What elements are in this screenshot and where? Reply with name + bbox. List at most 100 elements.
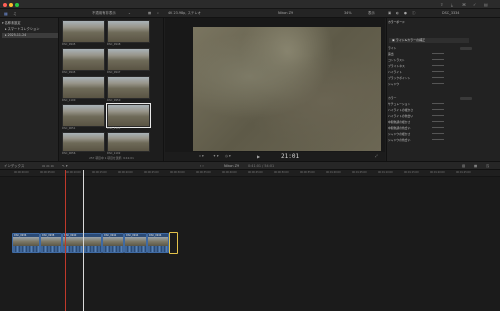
timeline-clip[interactable]: DSC_0946 — [147, 233, 169, 253]
viewer-format: 4K 23.98p, ステレオ — [168, 11, 202, 15]
ruler-tick-label: 00:00:15:00 — [92, 171, 107, 174]
libraries-icon[interactable]: ▦ — [4, 11, 8, 16]
ruler-tick-label: 00:01:05:00 — [352, 171, 367, 174]
minimize-window-button[interactable] — [9, 2, 13, 7]
inspector-row: ハイライトの暖かさ — [388, 108, 472, 114]
reset-icon[interactable] — [460, 97, 472, 101]
color-inspector-tab[interactable]: ● — [404, 9, 407, 18]
event-item[interactable]: ▸ 2025-11-24 — [2, 33, 58, 38]
playhead[interactable] — [83, 170, 84, 311]
view-menu[interactable]: 表示 — [368, 9, 375, 18]
audio-waveform — [13, 246, 39, 252]
browser-filter[interactable]: 不適用有非表示 — [92, 9, 116, 18]
clip-filmstrip — [148, 237, 168, 246]
inspector-row-label: ハイライトの色合い — [388, 114, 414, 118]
photos-audio-icon[interactable]: ♫ — [13, 11, 17, 16]
inspector-toggle-icon[interactable]: ▤ — [484, 2, 488, 7]
clip-name: DSC_0945 — [62, 43, 76, 46]
import-icon[interactable]: ⤓ — [451, 2, 453, 7]
clip-appearance-icon[interactable]: ▦ — [148, 9, 151, 18]
close-window-button[interactable] — [3, 2, 7, 7]
slider[interactable] — [432, 77, 444, 80]
clip-thumbnail[interactable] — [107, 48, 150, 71]
clip-thumbnail[interactable] — [62, 76, 105, 99]
clip-name: DSC_1100 — [62, 99, 76, 102]
timeline-clip[interactable]: DSC_0944 — [124, 233, 147, 253]
play-icon[interactable]: ▶ — [257, 152, 260, 161]
slider[interactable] — [432, 109, 444, 112]
slider[interactable] — [432, 115, 444, 118]
clip-thumbnail[interactable] — [62, 104, 105, 127]
transform-tool-icon[interactable]: ⌗ ▾ — [199, 152, 204, 161]
timeline-clip[interactable]: DSC_0936 — [12, 233, 40, 253]
timeline-clip[interactable]: DSC_0940 — [62, 233, 102, 253]
library-item[interactable]: ▾ 名称未設定 — [2, 21, 58, 26]
inspector-row: ハイライト — [388, 70, 472, 76]
viewer-controls: ⌗ ▾ ✦ ▾ ◷ ▾ ▶ 21:01 ⤢ — [165, 152, 385, 161]
inspector-row: サチュレーション — [388, 102, 472, 108]
search-icon[interactable]: ⌕ — [157, 9, 159, 18]
inspector-row-label: ブラックポイント — [388, 76, 411, 80]
browser-filter-chevron-icon[interactable]: ⌄ — [128, 9, 131, 18]
slider[interactable] — [432, 65, 444, 68]
enhance-icon[interactable]: ✦ ▾ — [213, 152, 219, 161]
zoom-level[interactable]: 34% — [344, 9, 352, 18]
slider[interactable] — [432, 133, 444, 136]
clip-thumbnail[interactable] — [107, 132, 150, 152]
clip-thumbnail[interactable] — [62, 20, 105, 43]
clip-thumbnail[interactable] — [62, 132, 105, 152]
keyword-icon[interactable]: ⌘ — [462, 2, 466, 7]
filter-inspector-tab[interactable]: ◐ — [396, 9, 399, 18]
viewer-frame[interactable] — [193, 27, 381, 151]
inspector-row-label: ライト — [388, 46, 397, 50]
selected-clip-edge[interactable] — [169, 232, 178, 254]
ruler-tick-label: 00:00:00:00 — [14, 171, 29, 174]
slider[interactable] — [432, 121, 444, 124]
slider[interactable] — [432, 53, 444, 56]
skimmer[interactable] — [65, 170, 66, 311]
timeline-clip[interactable]: DSC_0938 — [40, 233, 62, 253]
inspector-row: シャドウの暖かさ — [388, 132, 472, 138]
correction-header[interactable]: ▣ ライト&カラーの補正 — [389, 38, 469, 43]
inspector-row-label: サチュレーション — [388, 102, 411, 106]
clip-name: DSC_0051 — [62, 127, 76, 130]
share-icon[interactable]: ⇪ — [440, 2, 443, 7]
clip-thumbnail[interactable] — [62, 48, 105, 71]
clip-thumbnail-selected[interactable] — [106, 103, 151, 128]
slider[interactable] — [432, 103, 444, 106]
inspector-row: ハイライトの色合い — [388, 114, 472, 120]
info-inspector-tab[interactable]: ⓘ — [412, 9, 415, 18]
ruler-tick-label: 00:00:40:00 — [222, 171, 237, 174]
speed-icon[interactable]: ◷ ▾ — [225, 152, 231, 161]
timeline-clip[interactable]: DSC_0942 — [102, 233, 124, 253]
clip-thumbnail[interactable] — [107, 76, 150, 99]
inspector-row: カラー — [388, 96, 472, 102]
inspector-row-label: 露出 — [388, 52, 394, 56]
audio-waveform — [103, 246, 123, 252]
slider[interactable] — [432, 127, 444, 130]
smart-collection-item[interactable]: ▸ スマートコレクション — [2, 27, 58, 32]
clip-thumbnail[interactable] — [107, 20, 150, 43]
video-inspector-tab[interactable]: ▣ — [388, 9, 391, 18]
fullscreen-icon[interactable]: ⤢ — [375, 152, 378, 161]
slider[interactable] — [432, 139, 444, 142]
background-tasks-icon[interactable]: ✓ — [473, 2, 476, 7]
event-label: 2025-11-24 — [7, 33, 27, 37]
clip-name: DSC_0950 — [107, 99, 121, 102]
inspector-title: カラーボード — [388, 20, 405, 24]
clip-filmstrip — [63, 237, 101, 246]
library-label: 名称未設定 — [4, 21, 21, 25]
viewer-timecode: 21:01 — [281, 153, 300, 160]
inspector-row-label: コントラスト — [388, 58, 405, 62]
slider[interactable] — [432, 59, 444, 62]
slider[interactable] — [432, 83, 444, 86]
audio-waveform — [41, 246, 61, 252]
reset-icon[interactable] — [460, 47, 472, 51]
inspector-row: 露出 — [388, 52, 472, 58]
slider[interactable] — [432, 71, 444, 74]
inspector-row-label: カラー — [388, 96, 397, 100]
zoom-window-button[interactable] — [15, 2, 19, 7]
ruler-tick-label: 00:01:10:00 — [378, 171, 393, 174]
clip-name: DSC_0945 — [62, 71, 76, 74]
ruler-tick-label: 00:00:50:00 — [274, 171, 289, 174]
